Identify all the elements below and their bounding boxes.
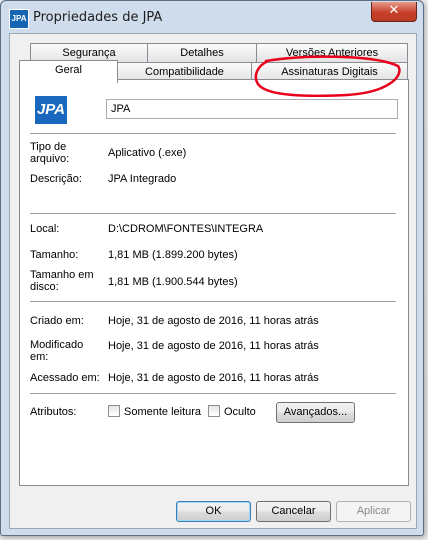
- separator: [30, 301, 396, 302]
- app-icon: JPA: [9, 9, 29, 29]
- ok-button[interactable]: OK: [176, 501, 251, 522]
- readonly-checkbox[interactable]: [108, 405, 120, 417]
- location-label: Local:: [30, 223, 60, 235]
- modified-value: Hoje, 31 de agosto de 2016, 11 horas atr…: [108, 340, 319, 352]
- tab-detalhes[interactable]: Detalhes: [147, 43, 257, 62]
- jpa-logo-icon: JPA: [35, 96, 67, 124]
- hidden-checkbox[interactable]: [208, 405, 220, 417]
- attributes-label: Atributos:: [30, 406, 77, 418]
- file-type-value: Aplicativo (.exe): [108, 147, 187, 159]
- separator: [30, 213, 396, 214]
- description-value: JPA Integrado: [108, 173, 177, 185]
- size-on-disk-label: Tamanho em disco:: [30, 269, 94, 293]
- modified-label: Modificado em:: [30, 339, 84, 363]
- created-value: Hoje, 31 de agosto de 2016, 11 horas atr…: [108, 315, 319, 327]
- dialog-client-area: Segurança Detalhes Versões Anteriores Ge…: [9, 33, 417, 529]
- cancel-button[interactable]: Cancelar: [256, 501, 331, 522]
- properties-window: JPA Propriedades de JPA ✕ Segurança Deta…: [0, 0, 424, 536]
- apply-button[interactable]: Aplicar: [336, 501, 411, 522]
- description-label: Descrição:: [30, 173, 82, 185]
- size-value: 1,81 MB (1.899.200 bytes): [108, 249, 238, 261]
- readonly-label[interactable]: Somente leitura: [124, 406, 201, 418]
- separator: [30, 133, 396, 134]
- tab-versoes-anteriores[interactable]: Versões Anteriores: [256, 43, 408, 62]
- size-label: Tamanho:: [30, 249, 79, 261]
- title-bar[interactable]: JPA Propriedades de JPA ✕: [1, 1, 423, 35]
- separator: [30, 393, 396, 394]
- hidden-label[interactable]: Oculto: [224, 406, 256, 418]
- accessed-label: Acessado em:: [30, 372, 100, 384]
- size-on-disk-value: 1,81 MB (1.900.544 bytes): [108, 276, 238, 288]
- created-label: Criado em:: [30, 315, 84, 327]
- file-name-input[interactable]: JPA: [106, 99, 398, 119]
- file-type-label: Tipo de arquivo:: [30, 141, 70, 165]
- general-tab-panel: JPA JPA Tipo de arquivo: Aplicativo (.ex…: [19, 79, 409, 486]
- window-title: Propriedades de JPA: [33, 10, 163, 25]
- advanced-button[interactable]: Avançados...: [276, 402, 355, 423]
- accessed-value: Hoje, 31 de agosto de 2016, 11 horas atr…: [108, 372, 319, 384]
- tab-geral[interactable]: Geral: [19, 60, 118, 83]
- location-value: D:\CDROM\FONTES\INTEGRA: [108, 223, 264, 235]
- close-button[interactable]: ✕: [371, 2, 417, 22]
